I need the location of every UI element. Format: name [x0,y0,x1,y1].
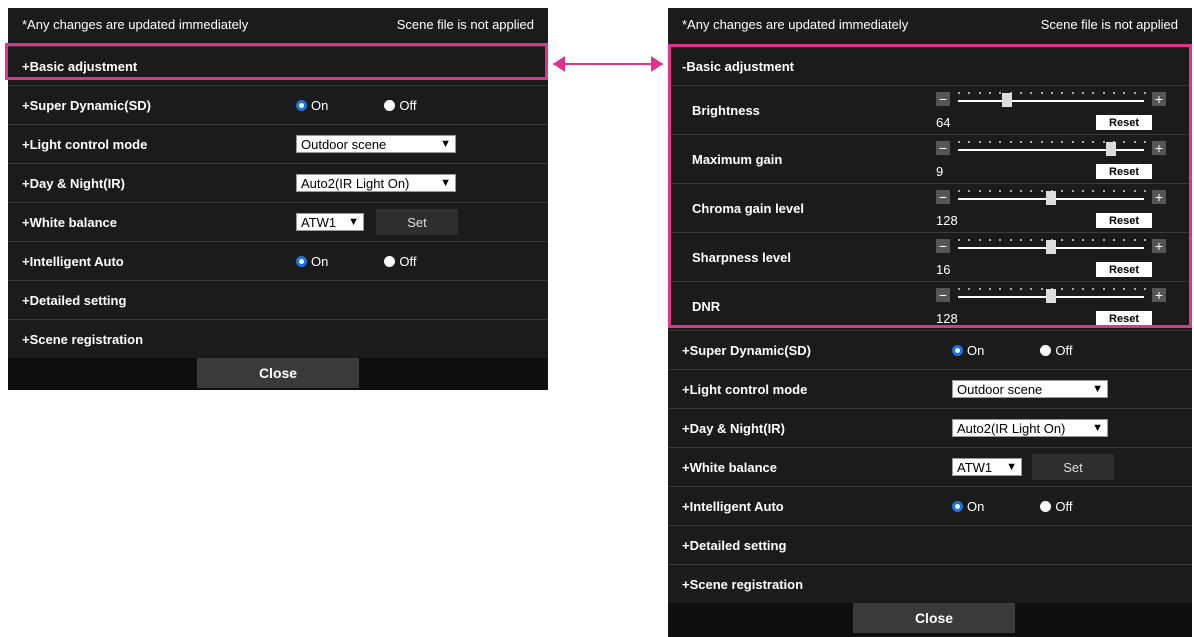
light-control-label: +Light control mode [22,136,148,152]
white-balance-select[interactable]: ATW1 ▼ [296,213,364,231]
light-control-label: +Light control mode [682,381,808,397]
white-balance-set-button[interactable]: Set [1032,454,1114,480]
sd-off-radio[interactable]: Off [1040,343,1072,358]
super-dynamic-label: +Super Dynamic(SD) [22,97,151,113]
close-bar: Close [8,358,548,390]
radio-icon [1040,500,1052,512]
light-control-select[interactable]: Outdoor scene ▼ [296,135,456,153]
day-night-select[interactable]: Auto2(IR Light On) ▼ [296,174,456,192]
day-night-label: +Day & Night(IR) [22,175,125,191]
day-night-select[interactable]: Auto2(IR Light On) ▼ [952,419,1108,437]
day-night-row: +Day & Night(IR) Auto2(IR Light On) ▼ [8,163,548,202]
detailed-setting-row[interactable]: +Detailed setting [8,280,548,319]
ia-off-radio[interactable]: Off [1040,499,1072,514]
radio-selected-icon [952,500,963,512]
white-balance-label: +White balance [682,459,777,475]
white-balance-row: +White balance ATW1 ▼ Set [8,202,548,241]
intelligent-auto-row: +Intelligent Auto On Off [8,241,548,280]
close-bar: Close [668,603,1192,637]
panel-header: *Any changes are updated immediately Sce… [668,8,1192,40]
intelligent-auto-row: +Intelligent Auto On Off [668,486,1192,525]
ia-off-radio[interactable]: Off [384,254,416,269]
double-arrow-icon [553,63,663,65]
day-night-label: +Day & Night(IR) [682,420,785,436]
arrow-left-head [553,56,565,72]
changes-note: *Any changes are updated immediately [22,16,249,32]
scene-registration-row[interactable]: +Scene registration [668,564,1192,603]
scene-registration-label: +Scene registration [22,331,144,347]
light-control-row: +Light control mode Outdoor scene ▼ [8,124,548,163]
radio-icon [1040,344,1052,356]
super-dynamic-label: +Super Dynamic(SD) [682,342,811,358]
close-button[interactable]: Close [197,358,359,388]
white-balance-label: +White balance [22,214,117,230]
close-button[interactable]: Close [853,603,1015,633]
changes-note: *Any changes are updated immediately [682,16,909,32]
scene-status: Scene file is not applied [396,16,534,32]
radio-selected-icon [952,344,963,356]
white-balance-select[interactable]: ATW1 ▼ [952,458,1022,476]
highlight-box-right [668,44,1192,328]
panel-header: *Any changes are updated immediately Sce… [8,8,548,40]
chevron-down-icon: ▼ [1092,383,1103,395]
scene-registration-row[interactable]: +Scene registration [8,319,548,358]
white-balance-row: +White balance ATW1 ▼ Set [668,447,1192,486]
detailed-setting-row[interactable]: +Detailed setting [668,525,1192,564]
radio-icon [384,255,396,267]
scene-status: Scene file is not applied [1040,16,1178,32]
detailed-setting-label: +Detailed setting [22,292,127,308]
super-dynamic-row: +Super Dynamic(SD) On Off [668,330,1192,369]
ia-on-radio[interactable]: On [952,499,984,514]
chevron-down-icon: ▼ [440,177,451,189]
chevron-down-icon: ▼ [1006,461,1017,473]
white-balance-set-button[interactable]: Set [376,209,458,235]
chevron-down-icon: ▼ [440,138,451,150]
sd-on-radio[interactable]: On [952,343,984,358]
detailed-setting-label: +Detailed setting [682,537,787,553]
chevron-down-icon: ▼ [348,216,359,228]
super-dynamic-row: +Super Dynamic(SD) On Off [8,85,548,124]
radio-icon [384,99,396,111]
scene-registration-label: +Scene registration [682,576,804,592]
day-night-row: +Day & Night(IR) Auto2(IR Light On) ▼ [668,408,1192,447]
highlight-box-left [5,43,548,80]
chevron-down-icon: ▼ [1092,422,1103,434]
sd-off-radio[interactable]: Off [384,98,416,113]
intelligent-auto-label: +Intelligent Auto [22,253,124,269]
radio-selected-icon [296,99,307,111]
intelligent-auto-label: +Intelligent Auto [682,498,784,514]
sd-on-radio[interactable]: On [296,98,328,113]
ia-on-radio[interactable]: On [296,254,328,269]
arrow-right-head [651,56,663,72]
light-control-row: +Light control mode Outdoor scene ▼ [668,369,1192,408]
radio-selected-icon [296,255,307,267]
light-control-select[interactable]: Outdoor scene ▼ [952,380,1108,398]
